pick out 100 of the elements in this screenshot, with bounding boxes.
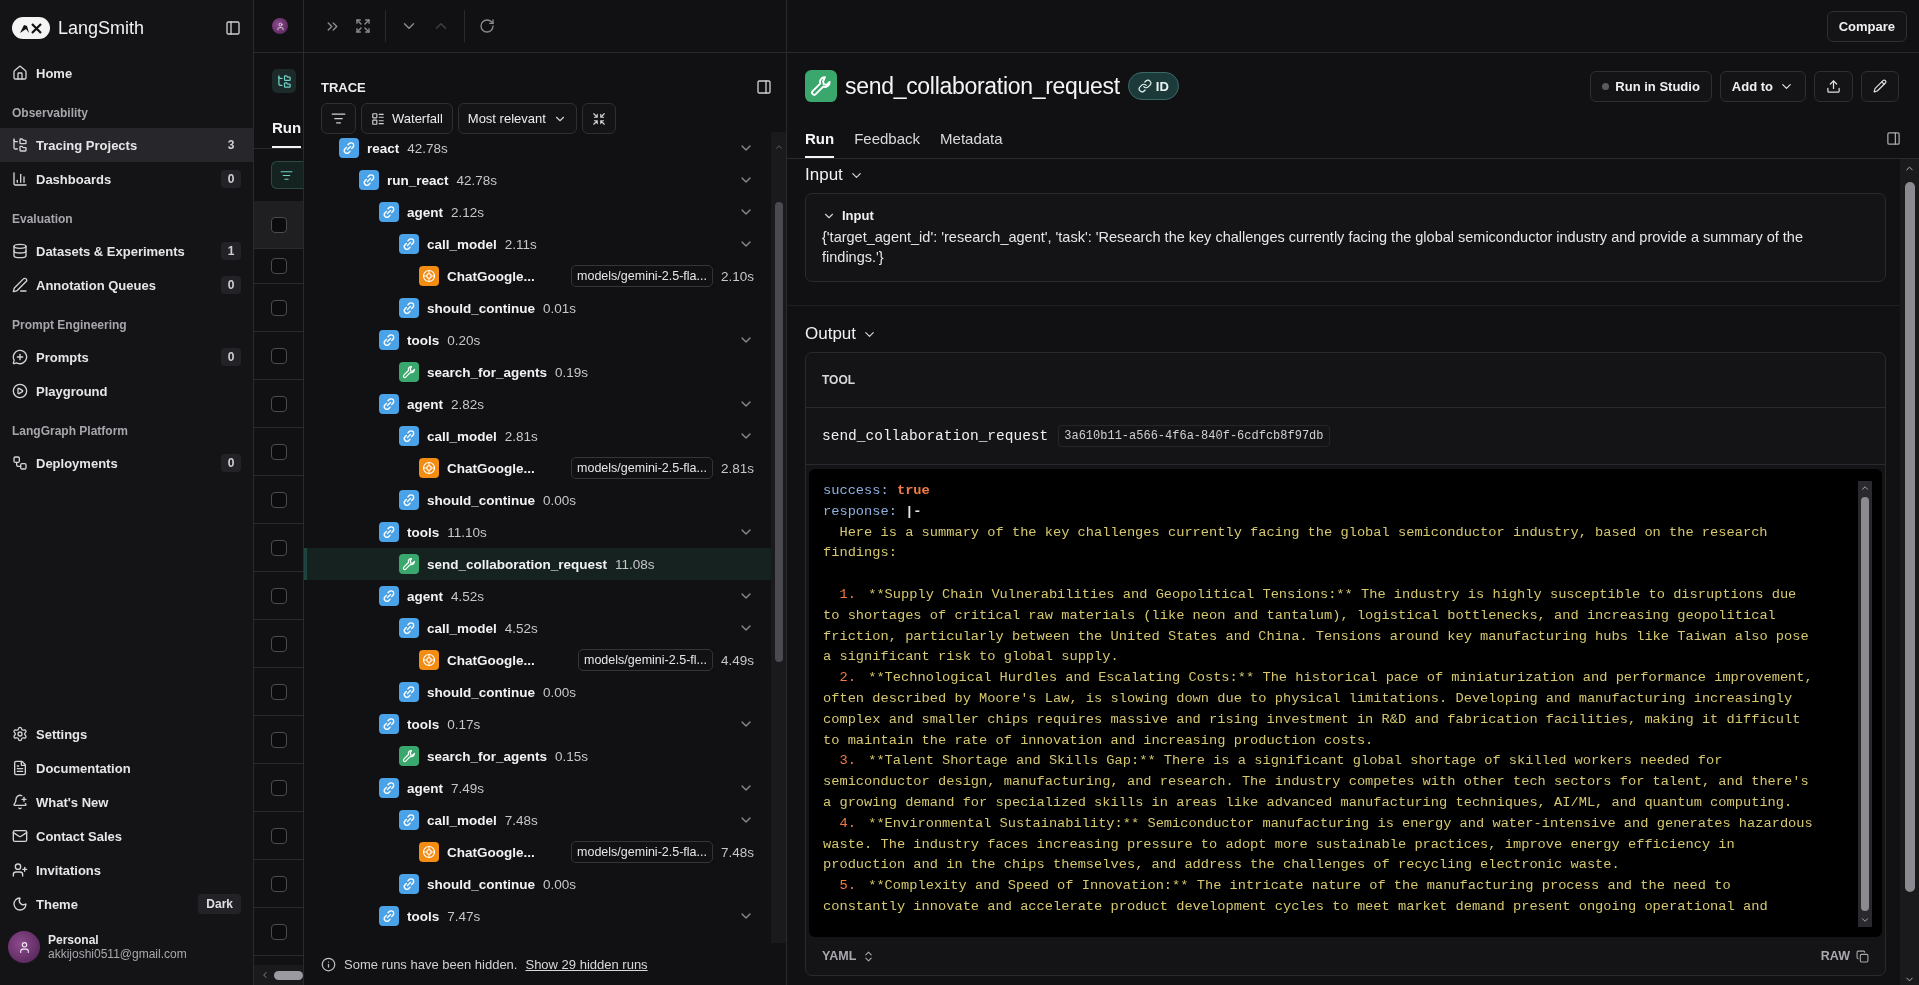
compare-button[interactable]: Compare (1826, 10, 1907, 42)
trace-run-row[interactable]: call_model 4.52s (304, 612, 771, 644)
checkbox[interactable] (271, 731, 287, 748)
format-selector[interactable]: YAML (822, 949, 857, 963)
checkbox[interactable] (271, 443, 287, 460)
trace-run-row[interactable]: agent 4.52s (304, 580, 771, 612)
trace-run-row[interactable]: send_collaboration_request 11.08s (304, 548, 771, 580)
nav-item[interactable]: Home (0, 56, 253, 90)
nav-item[interactable]: Datasets & Experiments 1 (0, 234, 253, 268)
checkbox[interactable] (271, 587, 287, 604)
filter-button[interactable] (321, 103, 356, 134)
link-icon (399, 490, 419, 510)
collapse-button[interactable] (581, 103, 616, 134)
avatar[interactable] (8, 931, 40, 963)
trace-run-row[interactable]: tools 7.47s (304, 900, 771, 932)
trace-run-row[interactable]: should_continue 0.00s (304, 868, 771, 900)
list-number: 4. (839, 814, 856, 833)
trace-run-row[interactable]: react 42.78s (304, 132, 771, 164)
checkbox[interactable] (271, 347, 287, 364)
trace-run-row[interactable]: ChatGoogle... models/gemini-2.5-fl... 4.49s (304, 644, 771, 676)
trace-run-row[interactable]: ChatGoogle... models/gemini-2.5-fla... 2.10s (304, 260, 771, 292)
checkbox[interactable] (271, 827, 287, 844)
nav-item[interactable]: Tracing Projects 3 (0, 128, 253, 162)
tab[interactable]: Feedback (854, 130, 921, 158)
tab[interactable]: Run (805, 130, 835, 158)
checkbox[interactable] (271, 216, 287, 233)
checkbox[interactable] (271, 779, 287, 796)
trace-run-row[interactable]: tools 0.17s (304, 708, 771, 740)
add-to-button[interactable]: Add to (1719, 70, 1806, 102)
moon-icon (12, 896, 28, 912)
run-duration: 0.19s (555, 364, 589, 380)
trace-run-row[interactable]: search_for_agents 0.15s (304, 740, 771, 772)
sort-dropdown[interactable]: Most relevant (457, 103, 577, 134)
trace-run-row[interactable]: ChatGoogle... models/gemini-2.5-fla... 2.81s (304, 452, 771, 484)
checkbox[interactable] (271, 258, 287, 274)
nav-item[interactable]: Documentation (0, 751, 253, 785)
scrollbar[interactable] (1858, 481, 1872, 927)
run-name: tools (407, 908, 440, 924)
tab[interactable]: Metadata (940, 130, 1003, 158)
nav-item[interactable]: Annotation Queues 0 (0, 268, 253, 302)
trace-run-row[interactable]: agent 2.82s (304, 388, 771, 420)
run-in-studio-button[interactable]: Run in Studio (1590, 70, 1712, 102)
scroll-left-icon[interactable] (260, 970, 270, 980)
tab[interactable]: Run (272, 119, 302, 148)
trace-run-row[interactable]: run_react 42.78s (304, 164, 771, 196)
checkbox[interactable] (271, 299, 287, 316)
panel-toggle-icon[interactable] (756, 79, 772, 95)
scrollbar[interactable] (771, 132, 786, 943)
nav-item[interactable]: What's New (0, 785, 253, 819)
checkbox[interactable] (271, 875, 287, 892)
tracing-button[interactable] (272, 69, 296, 93)
nav-item[interactable]: Playground (0, 374, 253, 408)
refresh-icon[interactable] (479, 18, 495, 34)
scroll-up-icon[interactable] (1860, 483, 1870, 493)
trace-run-row[interactable]: call_model 2.81s (304, 420, 771, 452)
panel-toggle-icon[interactable] (1886, 131, 1901, 146)
id-button[interactable]: ID (1127, 72, 1179, 100)
checkbox[interactable] (271, 635, 287, 652)
trace-run-row[interactable]: should_continue 0.00s (304, 676, 771, 708)
edit-button[interactable] (1861, 70, 1899, 102)
nav-item[interactable]: Prompts 0 (0, 340, 253, 374)
scroll-down-icon[interactable] (1860, 915, 1870, 925)
nav-item[interactable]: Dashboards 0 (0, 162, 253, 196)
nav-item[interactable]: Invitations (0, 853, 253, 887)
nav-label: Documentation (36, 760, 132, 776)
code-line: to maintain the rate of innovation and increasing production costs. (823, 731, 1374, 750)
checkbox[interactable] (271, 395, 287, 412)
trace-run-row[interactable]: agent 2.12s (304, 196, 771, 228)
link-icon (399, 874, 419, 894)
nav-item[interactable]: Deployments 0 (0, 446, 253, 480)
checkbox[interactable] (271, 539, 287, 556)
scrollbar[interactable] (1900, 159, 1919, 985)
mail-icon (12, 828, 28, 844)
sidebar-toggle-icon[interactable] (225, 20, 241, 36)
trace-run-row[interactable]: call_model 2.11s (304, 228, 771, 260)
raw-toggle[interactable]: RAW (1820, 949, 1850, 963)
trace-run-row[interactable]: ChatGoogle... models/gemini-2.5-fla... 7.48s (304, 836, 771, 868)
checkbox[interactable] (271, 491, 287, 508)
trace-run-row[interactable]: call_model 7.48s (304, 804, 771, 836)
trace-run-row[interactable]: should_continue 0.01s (304, 292, 771, 324)
share-button[interactable] (1814, 70, 1853, 102)
expand-icon[interactable] (355, 18, 371, 34)
trace-run-row[interactable]: should_continue 0.00s (304, 484, 771, 516)
code-line: **Complexity and Speed of Innovation:** The intricate nature of the manufacturing process and the need to (868, 877, 1731, 896)
checkbox[interactable] (271, 683, 287, 700)
copy-icon[interactable] (1856, 949, 1869, 963)
scrollbar[interactable] (254, 965, 303, 985)
trace-run-row[interactable]: tools 0.20s (304, 324, 771, 356)
theme-item[interactable]: Theme Dark (0, 887, 253, 921)
avatar[interactable] (272, 18, 288, 34)
filter-chip[interactable] (271, 161, 303, 189)
nav-item[interactable]: Contact Sales (0, 819, 253, 853)
trace-run-row[interactable]: tools 11.10s (304, 516, 771, 548)
trace-run-row[interactable]: agent 7.49s (304, 772, 771, 804)
nav-item[interactable]: Settings (0, 717, 253, 751)
trace-run-row[interactable]: search_for_agents 0.19s (304, 356, 771, 388)
checkbox[interactable] (271, 923, 287, 940)
link-icon (399, 298, 419, 318)
show-hidden-runs-link[interactable]: Show 29 hidden runs (525, 956, 648, 972)
waterfall-button[interactable]: Waterfall (361, 103, 453, 134)
